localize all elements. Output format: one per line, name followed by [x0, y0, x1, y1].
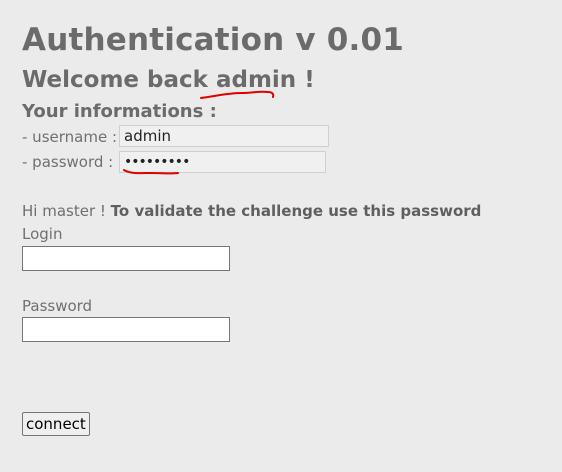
welcome-prefix: Welcome back	[22, 67, 216, 93]
info-heading: Your informations :	[22, 101, 217, 122]
username-label: - username :	[22, 128, 117, 146]
welcome-suffix: !	[296, 67, 315, 93]
password-input[interactable]	[22, 317, 230, 342]
connect-button[interactable]: connect	[22, 412, 90, 436]
page-title: Authentication v 0.01	[22, 22, 405, 58]
welcome-message: Welcome back admin !	[22, 67, 315, 93]
username-value-field: admin	[119, 125, 329, 147]
password-value-field: •••••••••	[119, 151, 326, 173]
login-input[interactable]	[22, 246, 230, 271]
welcome-username: admin	[215, 67, 297, 93]
hint-bold-text: To validate the challenge use this passw…	[110, 202, 482, 220]
password-field-label: Password	[22, 297, 93, 315]
login-label: Login	[22, 225, 63, 243]
hint-text: Hi master ! To validate the challenge us…	[22, 202, 481, 220]
hint-prefix: Hi master !	[22, 202, 111, 220]
password-label: - password :	[22, 153, 114, 171]
